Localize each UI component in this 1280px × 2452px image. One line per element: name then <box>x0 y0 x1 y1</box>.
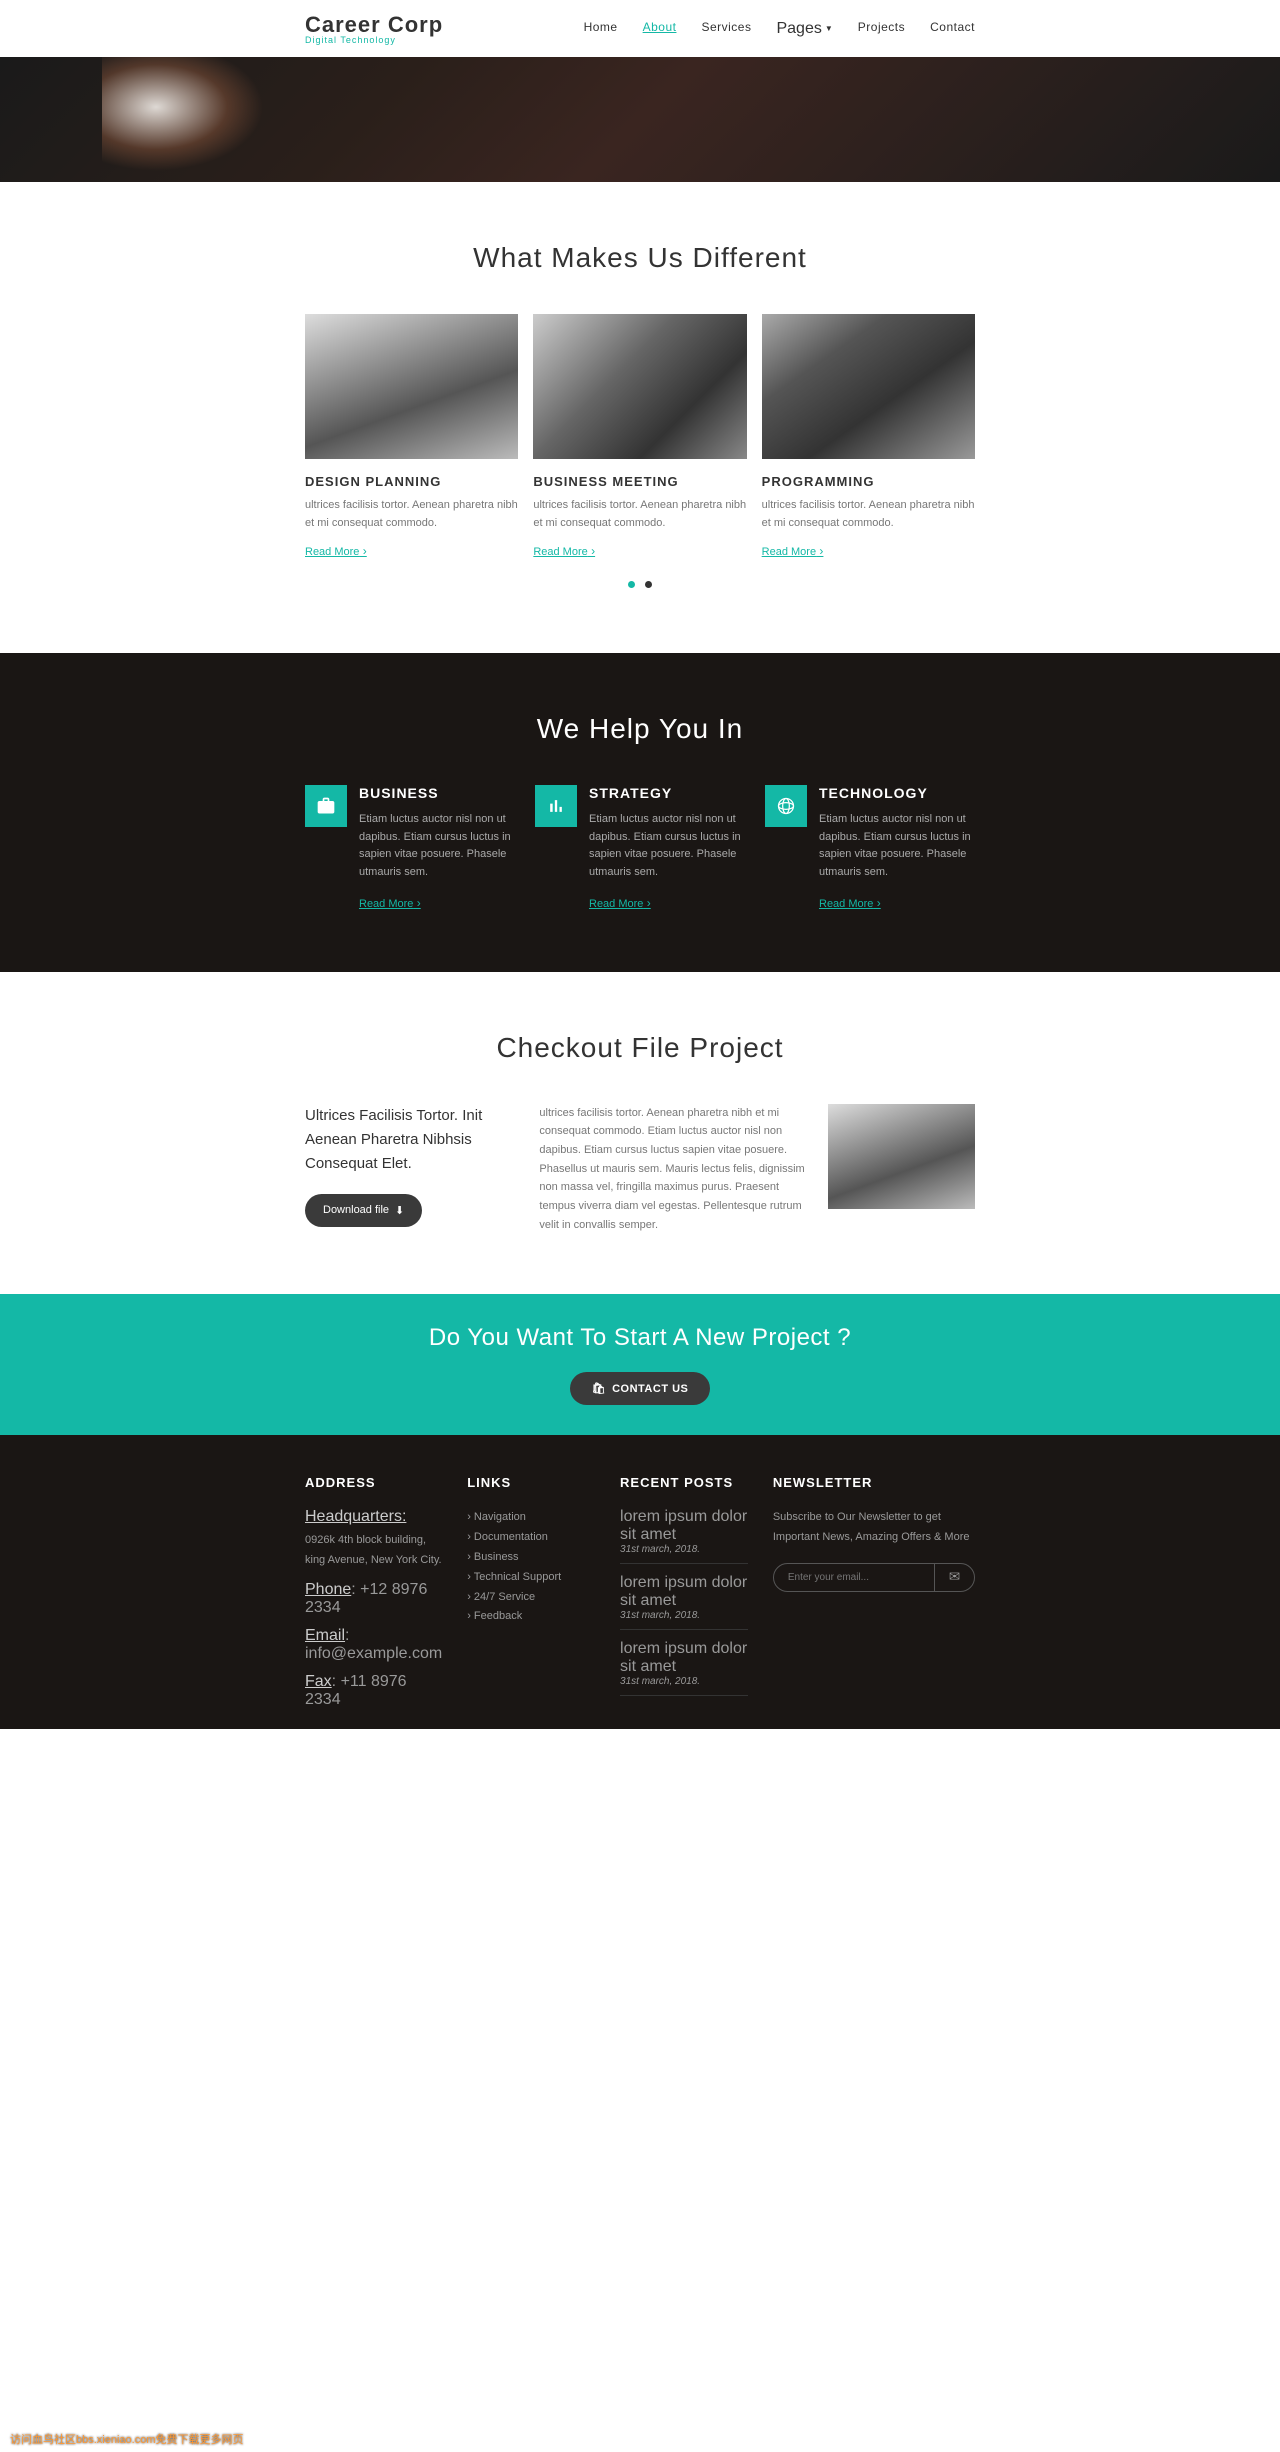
link-support[interactable]: Technical Support <box>474 1571 561 1583</box>
help-title: We Help You In <box>305 713 975 745</box>
footer-address: ADDRESS Headquarters: 0926k 4th block bu… <box>305 1475 442 1709</box>
read-more-link[interactable]: Read More <box>589 898 651 910</box>
post-date: 31st march, 2018. <box>620 1610 748 1621</box>
card-title: DESIGN PLANNING <box>305 474 518 489</box>
post-text: lorem ipsum dolor sit amet <box>620 1508 748 1544</box>
different-title: What Makes Us Different <box>305 242 975 274</box>
checkout-title: Checkout File Project <box>305 1032 975 1064</box>
card-design: DESIGN PLANNING ultrices facilisis torto… <box>305 314 518 560</box>
card-image <box>762 314 975 459</box>
main-nav: Home About Services Pages ▼ Projects Con… <box>584 20 975 38</box>
download-label: Download file <box>323 1204 389 1216</box>
post-item[interactable]: lorem ipsum dolor sit amet 31st march, 2… <box>620 1508 748 1564</box>
hq-label: Headquarters: <box>305 1508 442 1526</box>
logo[interactable]: Career Corp Digital Technology <box>305 12 443 45</box>
help-card-text: Etiam luctus auctor nisl non ut dapibus.… <box>819 811 975 881</box>
address-line: 0926k 4th block building, king Avenue, N… <box>305 1531 442 1571</box>
download-icon: ⬇ <box>395 1204 404 1217</box>
read-more-link[interactable]: Read More <box>819 898 881 910</box>
card-programming: PROGRAMMING ultrices facilisis tortor. A… <box>762 314 975 560</box>
nav-about[interactable]: About <box>643 20 677 38</box>
link-business[interactable]: Business <box>474 1551 519 1563</box>
hero-banner <box>0 57 1280 182</box>
footer-newsletter: NEWSLETTER Subscribe to Our Newsletter t… <box>773 1475 975 1709</box>
footer: ADDRESS Headquarters: 0926k 4th block bu… <box>0 1435 1280 1729</box>
email-input[interactable] <box>774 1564 934 1591</box>
post-item[interactable]: lorem ipsum dolor sit amet 31st march, 2… <box>620 1574 748 1630</box>
checkout-image <box>828 1104 975 1209</box>
bag-icon: 🛍 <box>592 1382 606 1395</box>
carousel-dots <box>305 575 975 593</box>
read-more-link[interactable]: Read More <box>762 546 824 558</box>
card-image <box>533 314 746 459</box>
newsletter-title: NEWSLETTER <box>773 1475 975 1490</box>
help-technology: TECHNOLOGY Etiam luctus auctor nisl non … <box>765 785 975 911</box>
checkout-heading: Ultrices Facilisis Tortor. Init Aenean P… <box>305 1104 519 1176</box>
link-feedback[interactable]: Feedback <box>474 1610 522 1622</box>
nav-home[interactable]: Home <box>584 20 618 38</box>
nav-services[interactable]: Services <box>701 20 751 38</box>
cta-section: Do You Want To Start A New Project ? 🛍 C… <box>0 1294 1280 1435</box>
header: Career Corp Digital Technology Home Abou… <box>0 0 1280 57</box>
help-card-text: Etiam luctus auctor nisl non ut dapibus.… <box>359 811 515 881</box>
chart-icon <box>535 785 577 827</box>
card-image <box>305 314 518 459</box>
card-title: PROGRAMMING <box>762 474 975 489</box>
post-date: 31st march, 2018. <box>620 1544 748 1555</box>
dot-1[interactable] <box>628 581 635 588</box>
checkout-text: ultrices facilisis tortor. Aenean pharet… <box>539 1104 807 1235</box>
post-text: lorem ipsum dolor sit amet <box>620 1574 748 1610</box>
card-text: ultrices facilisis tortor. Aenean pharet… <box>533 497 746 532</box>
envelope-icon: ✉ <box>949 1569 960 1584</box>
link-doc[interactable]: Documentation <box>474 1531 548 1543</box>
link-nav[interactable]: Navigation <box>474 1511 526 1523</box>
caret-down-icon: ▼ <box>825 24 833 33</box>
help-card-title: STRATEGY <box>589 785 745 801</box>
contact-button[interactable]: 🛍 CONTACT US <box>570 1372 711 1405</box>
link-service[interactable]: 24/7 Service <box>474 1591 535 1603</box>
sphere-icon <box>765 785 807 827</box>
help-section: We Help You In BUSINESS Etiam luctus auc… <box>0 653 1280 971</box>
dot-2[interactable] <box>645 581 652 588</box>
different-cards: DESIGN PLANNING ultrices facilisis torto… <box>305 314 975 560</box>
download-button[interactable]: Download file ⬇ <box>305 1194 422 1227</box>
cta-title: Do You Want To Start A New Project ? <box>0 1324 1280 1352</box>
address-title: ADDRESS <box>305 1475 442 1490</box>
submit-button[interactable]: ✉ <box>934 1564 974 1591</box>
card-meeting: BUSINESS MEETING ultrices facilisis tort… <box>533 314 746 560</box>
card-title: BUSINESS MEETING <box>533 474 746 489</box>
help-cards: BUSINESS Etiam luctus auctor nisl non ut… <box>305 785 975 911</box>
footer-posts: RECENT POSTS lorem ipsum dolor sit amet … <box>620 1475 748 1709</box>
help-card-title: BUSINESS <box>359 785 515 801</box>
help-strategy: STRATEGY Etiam luctus auctor nisl non ut… <box>535 785 745 911</box>
fax-label: Fax <box>305 1673 332 1690</box>
post-text: lorem ipsum dolor sit amet <box>620 1640 748 1676</box>
help-business: BUSINESS Etiam luctus auctor nisl non ut… <box>305 785 515 911</box>
newsletter-form: ✉ <box>773 1563 975 1592</box>
nav-pages-label: Pages <box>776 20 821 38</box>
email-label: Email <box>305 1627 345 1644</box>
help-card-title: TECHNOLOGY <box>819 785 975 801</box>
help-card-text: Etiam luctus auctor nisl non ut dapibus.… <box>589 811 745 881</box>
contact-label: CONTACT US <box>612 1383 688 1395</box>
read-more-link[interactable]: Read More <box>359 898 421 910</box>
briefcase-icon <box>305 785 347 827</box>
checkout-section: Checkout File Project Ultrices Facilisis… <box>0 972 1280 1295</box>
post-item[interactable]: lorem ipsum dolor sit amet 31st march, 2… <box>620 1640 748 1696</box>
card-text: ultrices facilisis tortor. Aenean pharet… <box>762 497 975 532</box>
watermark-text: 访问血鸟社区bbs.xieniao.com免费下载更多网页 <box>10 2431 244 2447</box>
nav-pages[interactable]: Pages ▼ <box>776 20 832 38</box>
different-section: What Makes Us Different DESIGN PLANNING … <box>0 182 1280 653</box>
read-more-link[interactable]: Read More <box>305 546 367 558</box>
phone-label: Phone <box>305 1581 351 1598</box>
post-date: 31st march, 2018. <box>620 1676 748 1687</box>
posts-title: RECENT POSTS <box>620 1475 748 1490</box>
card-text: ultrices facilisis tortor. Aenean pharet… <box>305 497 518 532</box>
footer-links: LINKS Navigation Documentation Business … <box>467 1475 595 1709</box>
links-title: LINKS <box>467 1475 595 1490</box>
nav-projects[interactable]: Projects <box>858 20 905 38</box>
read-more-link[interactable]: Read More <box>533 546 595 558</box>
newsletter-text: Subscribe to Our Newsletter to get Impor… <box>773 1508 975 1548</box>
nav-contact[interactable]: Contact <box>930 20 975 38</box>
